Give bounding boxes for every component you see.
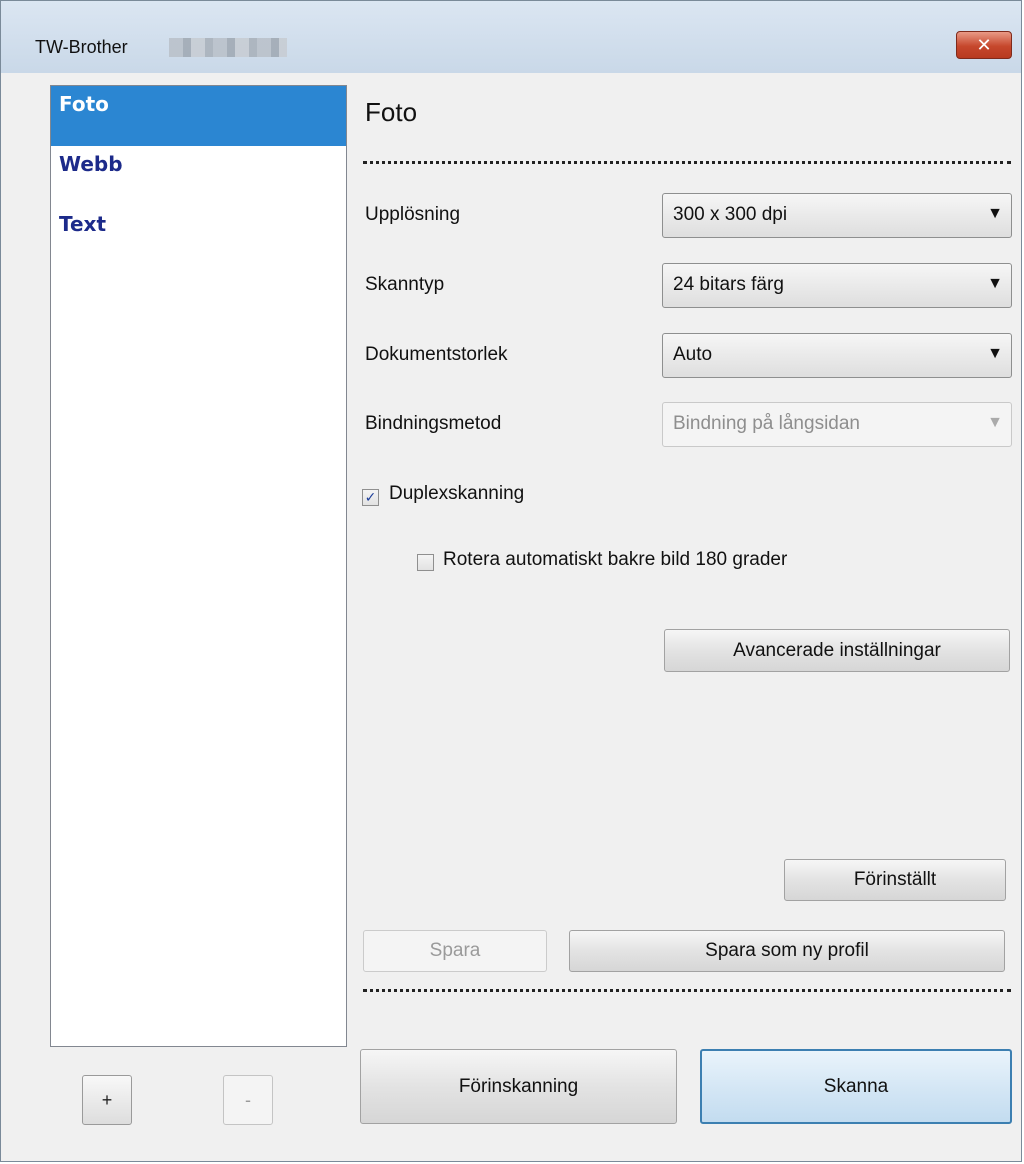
scan-type-value: 24 bitars färg <box>673 274 784 295</box>
minus-icon: - <box>245 1089 251 1110</box>
close-icon: ✕ <box>976 34 992 55</box>
scan-type-select[interactable]: 24 bitars färg ▼ <box>662 263 1012 308</box>
duplex-label: Duplexskanning <box>389 483 525 504</box>
add-profile-button[interactable]: + <box>82 1075 132 1125</box>
profile-item-text[interactable]: Text <box>51 206 346 266</box>
document-size-select[interactable]: Auto ▼ <box>662 333 1012 378</box>
binding-method-label: Bindningsmetod <box>365 413 502 434</box>
profile-list[interactable]: Foto Webb Text <box>50 85 347 1047</box>
resolution-label: Upplösning <box>365 204 461 225</box>
prescan-label: Förinskanning <box>458 1075 579 1097</box>
document-size-label: Dokumentstorlek <box>365 344 508 365</box>
prescan-button[interactable]: Förinskanning <box>360 1049 677 1124</box>
binding-method-value: Bindning på långsidan <box>673 413 860 434</box>
redacted-model-name <box>169 38 287 57</box>
duplex-checkbox[interactable]: ✓ <box>362 489 379 506</box>
default-settings-button[interactable]: Förinställt <box>784 859 1006 901</box>
close-button[interactable]: ✕ <box>956 31 1012 59</box>
chevron-down-icon: ▼ <box>987 275 1003 292</box>
panel-title: Foto <box>365 97 418 127</box>
scan-label: Skanna <box>823 1075 889 1097</box>
dialog-body: Foto Webb Text + - Foto Upplösning 300 x… <box>8 73 1014 1154</box>
chevron-down-icon: ▼ <box>987 414 1003 431</box>
window-title: TW-Brother <box>35 37 128 57</box>
profile-item-label: Foto <box>59 92 109 116</box>
chevron-down-icon: ▼ <box>987 205 1003 222</box>
title-bar[interactable]: TW-Brother ✕ <box>1 1 1021 73</box>
resolution-value: 300 x 300 dpi <box>673 204 788 225</box>
advanced-settings-button[interactable]: Avancerade inställningar <box>664 629 1010 672</box>
document-size-value: Auto <box>673 344 713 365</box>
plus-icon: + <box>101 1089 113 1110</box>
save-button[interactable]: Spara <box>363 930 547 972</box>
top-divider <box>363 161 1011 164</box>
rotate-back-label: Rotera automatiskt bakre bild 180 grader <box>443 549 788 570</box>
profile-item-webb[interactable]: Webb <box>51 146 346 206</box>
save-as-new-profile-label: Spara som ny profil <box>705 940 869 961</box>
default-settings-label: Förinställt <box>853 869 937 890</box>
rotate-back-checkbox[interactable] <box>417 554 434 571</box>
remove-profile-button[interactable]: - <box>223 1075 273 1125</box>
profile-item-label: Text <box>59 212 107 236</box>
binding-method-select[interactable]: Bindning på långsidan ▼ <box>662 402 1012 447</box>
profile-item-label: Webb <box>59 152 123 176</box>
scan-type-label: Skanntyp <box>365 274 445 295</box>
chevron-down-icon: ▼ <box>987 345 1003 362</box>
save-as-new-profile-button[interactable]: Spara som ny profil <box>569 930 1005 972</box>
save-label: Spara <box>429 940 481 961</box>
bottom-divider <box>363 989 1011 992</box>
resolution-select[interactable]: 300 x 300 dpi ▼ <box>662 193 1012 238</box>
scan-dialog-window: TW-Brother ✕ Foto Webb Text + - Foto Upp… <box>0 0 1022 1162</box>
advanced-settings-label: Avancerade inställningar <box>733 639 941 661</box>
check-icon: ✓ <box>364 489 377 505</box>
scan-button[interactable]: Skanna <box>700 1049 1012 1124</box>
profile-item-foto[interactable]: Foto <box>51 86 346 146</box>
